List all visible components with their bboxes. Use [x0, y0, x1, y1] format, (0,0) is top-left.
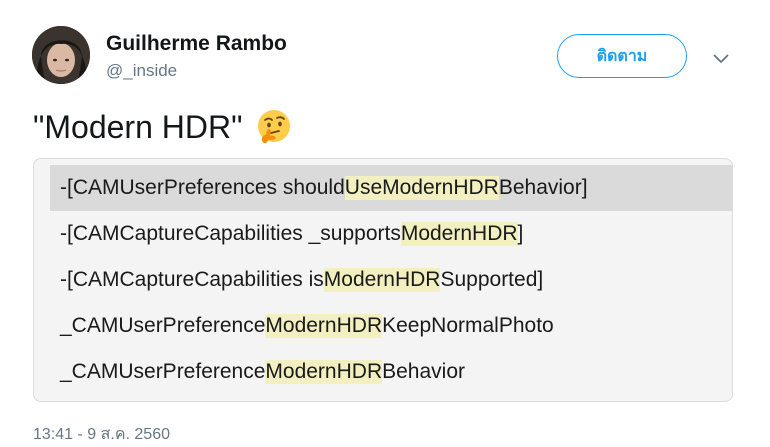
code-line: _CAMUserPreference ModernHDR KeepNormalPho…	[60, 314, 554, 338]
chevron-down-icon	[713, 54, 729, 63]
code-line: -[CAMUserPreferences should UseModernHDR B…	[50, 165, 732, 211]
author-handle[interactable]: @_inside	[106, 61, 177, 81]
tweet-timestamp[interactable]: 13:41 - 9 ส.ค. 2560	[33, 422, 170, 447]
code-line: -[CAMCaptureCapabilities _supports Modern…	[60, 222, 524, 246]
code-line: _CAMUserPreference ModernHDR Behavior	[60, 360, 465, 384]
tweet-card: Guilherme Rambo @_inside ติดตาม "Modern …	[0, 0, 770, 447]
more-options-button[interactable]	[708, 46, 734, 72]
code-line: -[CAMCaptureCapabilities is ModernHDR Supp…	[60, 268, 544, 292]
author-display-name[interactable]: Guilherme Rambo	[106, 32, 287, 56]
avatar-image	[32, 26, 90, 84]
thinking-face-icon	[258, 110, 291, 144]
avatar[interactable]	[32, 26, 90, 84]
tweet-text-content: "Modern HDR"	[33, 108, 243, 145]
code-screenshot-image[interactable]: -[CAMUserPreferences should UseModernHDR B…	[33, 158, 733, 402]
tweet-text: "Modern HDR"	[33, 107, 294, 147]
follow-button-label: ติดตาม	[596, 47, 648, 65]
follow-button[interactable]: ติดตาม	[557, 34, 687, 78]
